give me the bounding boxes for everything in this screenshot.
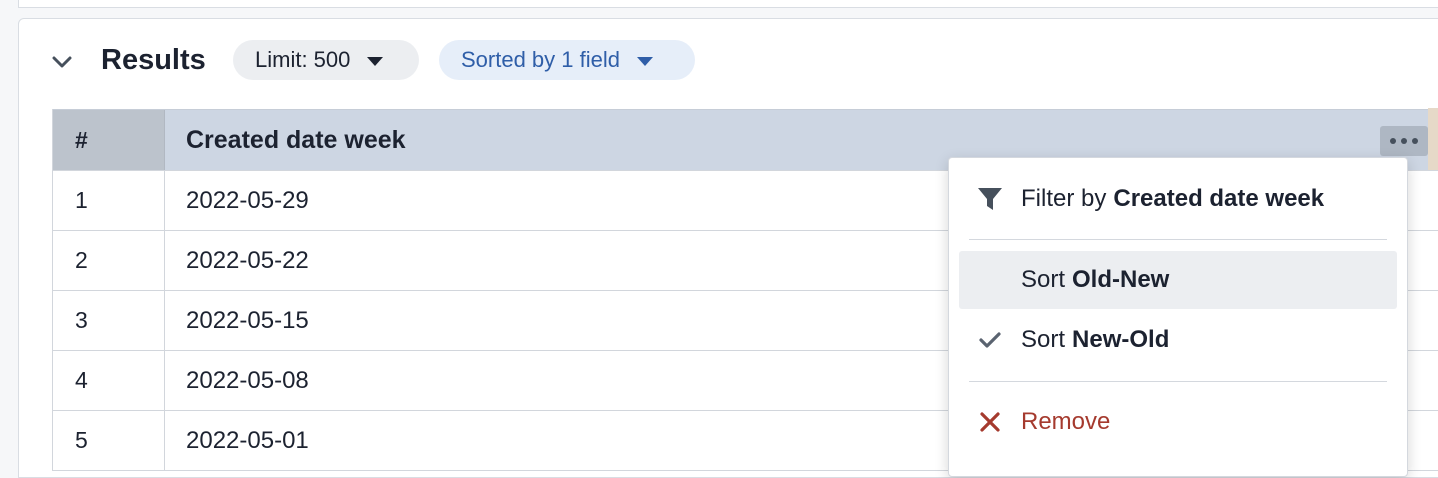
row-number: 3 bbox=[53, 291, 165, 350]
chevron-down-icon[interactable] bbox=[47, 47, 77, 77]
remove-label: Remove bbox=[1021, 408, 1111, 435]
close-icon bbox=[959, 411, 1021, 433]
query-panel bbox=[18, 0, 1438, 8]
filter-field: Created date week bbox=[1113, 185, 1325, 212]
column-header-num[interactable]: # bbox=[53, 110, 165, 170]
menu-item-sort-new-old[interactable]: Sort New-Old bbox=[959, 311, 1397, 369]
menu-divider bbox=[969, 239, 1387, 240]
limit-label: Limit: 500 bbox=[255, 47, 351, 72]
limit-dropdown[interactable]: Limit: 500 bbox=[233, 40, 419, 80]
more-dot bbox=[1390, 138, 1396, 144]
sort-prefix: Sort bbox=[1021, 326, 1066, 353]
sort-order: Old-New bbox=[1072, 266, 1170, 293]
menu-item-sort-old-new[interactable]: Sort Old-New bbox=[959, 251, 1397, 309]
menu-item-remove[interactable]: Remove bbox=[959, 393, 1397, 451]
row-number: 5 bbox=[53, 411, 165, 470]
column-more-button[interactable] bbox=[1380, 126, 1428, 156]
results-title: Results bbox=[101, 44, 206, 76]
column-header-label: Created date week bbox=[186, 125, 406, 154]
row-number: 4 bbox=[53, 351, 165, 410]
next-column-edge bbox=[1428, 108, 1438, 170]
row-number: 2 bbox=[53, 231, 165, 290]
filter-icon bbox=[959, 185, 1021, 213]
row-number: 1 bbox=[53, 171, 165, 230]
check-icon bbox=[959, 331, 1021, 349]
more-dot bbox=[1412, 138, 1418, 144]
sort-order: New-Old bbox=[1072, 326, 1170, 353]
menu-item-filter[interactable]: Filter by Created date week bbox=[959, 170, 1397, 228]
results-header: Results Limit: 500 Sorted by 1 field bbox=[19, 19, 1438, 103]
column-context-menu: Filter by Created date week Sort Old-New… bbox=[948, 157, 1408, 477]
caret-down-icon bbox=[636, 47, 654, 73]
caret-down-icon bbox=[366, 47, 384, 73]
more-dot bbox=[1401, 138, 1407, 144]
sort-prefix: Sort bbox=[1021, 266, 1066, 293]
filter-prefix: Filter by bbox=[1021, 185, 1107, 212]
sort-label: Sorted by 1 field bbox=[461, 47, 620, 72]
sort-dropdown[interactable]: Sorted by 1 field bbox=[439, 40, 695, 80]
menu-divider bbox=[969, 381, 1387, 382]
